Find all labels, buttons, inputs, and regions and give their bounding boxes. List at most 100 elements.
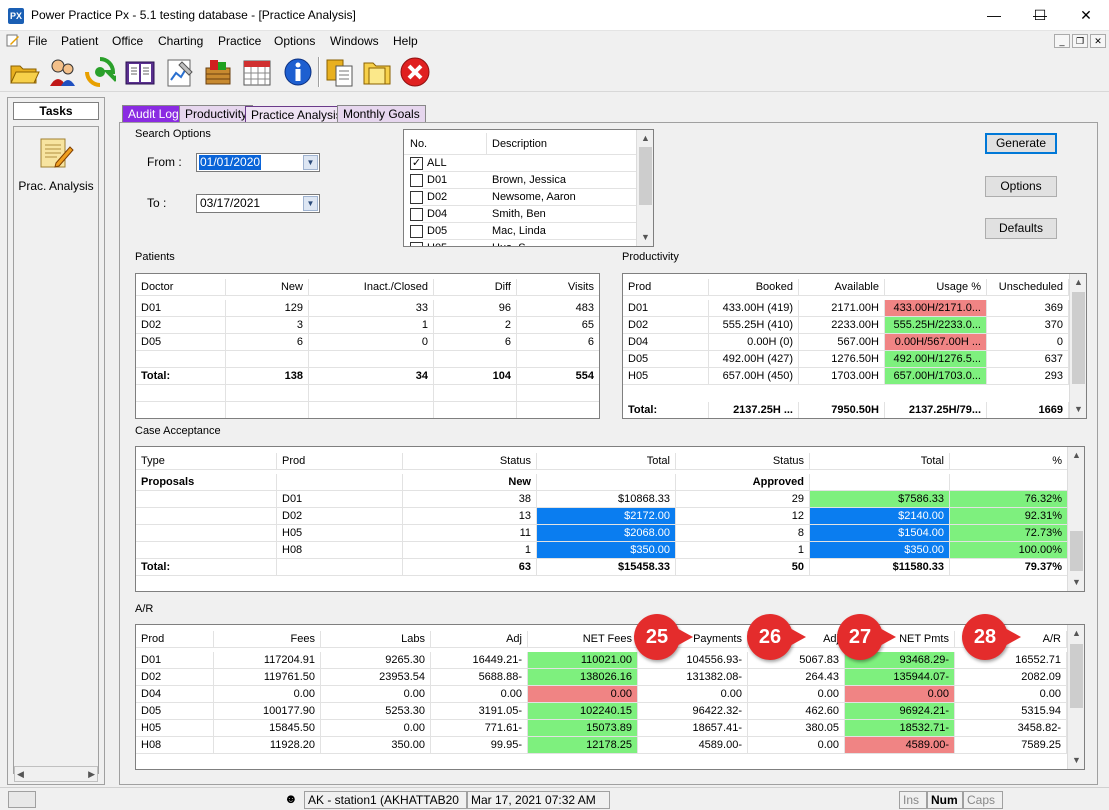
to-date-value[interactable]: 03/17/2021 bbox=[199, 196, 261, 211]
minimize-window-button[interactable]: — bbox=[971, 0, 1017, 31]
exit-icon[interactable] bbox=[399, 56, 431, 88]
scroll-down-arrow-icon[interactable]: ▼ bbox=[1068, 752, 1084, 769]
table-row[interactable]: D02 555.25H (410) 2233.00H 555.25H/2233.0..… bbox=[623, 317, 1086, 334]
tab-monthly-goals[interactable]: Monthly Goals bbox=[337, 105, 426, 123]
mdi-restore-button[interactable]: ❐ bbox=[1072, 34, 1088, 48]
proposals-row[interactable]: Proposals New Approved bbox=[136, 474, 1084, 491]
table-row[interactable]: D01 38 $10868.33 29 $7586.33 76.32% bbox=[136, 491, 1084, 508]
title-bar[interactable]: PX Power Practice Px - 5.1 testing datab… bbox=[0, 0, 1109, 31]
menu-patient[interactable]: Patient bbox=[61, 34, 98, 48]
tab-productivity[interactable]: Productivity bbox=[179, 105, 254, 123]
menu-charting[interactable]: Charting bbox=[158, 34, 203, 48]
tasks-panel: Tasks Prac. Analysis ◀ ▶ bbox=[7, 97, 105, 785]
productivity-total-row[interactable]: Total: 2137.25H ... 7950.50H 2137.25H/79...… bbox=[623, 402, 1086, 418]
close-window-button[interactable]: ✕ bbox=[1063, 0, 1109, 31]
table-row[interactable]: D01 117204.91 9265.30 16449.21- 110021.00 104… bbox=[136, 652, 1084, 669]
patients-icon[interactable] bbox=[46, 56, 78, 88]
practice-analysis-icon[interactable] bbox=[38, 135, 74, 171]
tasks-horizontal-scrollbar[interactable]: ◀ ▶ bbox=[14, 766, 98, 782]
mdi-close-button[interactable]: ✕ bbox=[1090, 34, 1106, 48]
recycle-icon[interactable] bbox=[84, 56, 124, 88]
scroll-up-arrow-icon[interactable]: ▲ bbox=[1068, 625, 1084, 642]
table-row[interactable]: H08 11928.20 350.00 99.95- 12178.25 4589.00- 0… bbox=[136, 737, 1084, 754]
table-row[interactable]: H05 11 $2068.00 8 $1504.00 72.73% bbox=[136, 525, 1084, 542]
chevron-down-icon[interactable]: ▼ bbox=[303, 196, 318, 211]
table-row[interactable]: D02 13 $2172.00 12 $2140.00 92.31% bbox=[136, 508, 1084, 525]
table-scrollbar[interactable]: ▲ ▼ bbox=[1069, 274, 1086, 418]
table-row[interactable]: D05 100177.90 5253.30 3191.05- 102240.15 9642… bbox=[136, 703, 1084, 720]
table-cell: 12 bbox=[676, 508, 810, 525]
calendar-icon[interactable] bbox=[241, 56, 273, 88]
table-cell: 96924.21- bbox=[845, 703, 955, 720]
doctor-list-item[interactable]: D05 Mac, Linda bbox=[404, 223, 653, 240]
doctor-list-item[interactable]: H05Hua, S bbox=[404, 240, 653, 246]
generate-button[interactable]: Generate bbox=[985, 133, 1057, 154]
column-header-no[interactable]: No. bbox=[404, 133, 487, 155]
scroll-up-arrow-icon[interactable]: ▲ bbox=[637, 130, 653, 147]
folders-icon[interactable] bbox=[361, 56, 393, 88]
chart-icon[interactable] bbox=[164, 56, 196, 88]
table-row[interactable]: H05 15845.50 0.00 771.61- 15073.89 18657.41- 3… bbox=[136, 720, 1084, 737]
scroll-down-arrow-icon[interactable]: ▼ bbox=[637, 229, 653, 246]
ar-table[interactable]: Prod Fees Labs Adj NET Fees Payments Adj NET Pm… bbox=[135, 624, 1085, 770]
scroll-right-arrow-icon[interactable]: ▶ bbox=[88, 767, 95, 781]
doctor-list[interactable]: No. Description ✓ ALL D01 Brown, Jessica D02… bbox=[403, 129, 654, 247]
from-date-value[interactable]: 01/01/2020 bbox=[199, 155, 262, 170]
column-header-description[interactable]: Description bbox=[487, 133, 637, 155]
copy-icon[interactable] bbox=[324, 56, 356, 88]
basket-icon[interactable] bbox=[202, 56, 234, 88]
table-row[interactable]: D04 0.00 0.00 0.00 0.00 0.00 0.00 0.00 0.00 bbox=[136, 686, 1084, 703]
scroll-down-arrow-icon[interactable]: ▼ bbox=[1070, 401, 1086, 418]
tasks-header[interactable]: Tasks bbox=[13, 102, 99, 120]
scroll-up-arrow-icon[interactable]: ▲ bbox=[1070, 274, 1086, 291]
table-row[interactable]: D05 6 0 6 6 bbox=[136, 334, 599, 351]
doctor-list-item[interactable]: D04 Smith, Ben bbox=[404, 206, 653, 223]
menu-practice[interactable]: Practice bbox=[218, 34, 261, 48]
table-row[interactable]: D04 0.00H (0) 567.00H 0.00H/567.00H ... 0 bbox=[623, 334, 1086, 351]
info-icon[interactable] bbox=[282, 56, 314, 88]
scroll-thumb[interactable] bbox=[1070, 644, 1083, 708]
case-acceptance-table[interactable]: Type Prod Status Total Status Total% Proposals… bbox=[135, 446, 1085, 592]
doctor-list-item[interactable]: D02 Newsome, Aaron bbox=[404, 189, 653, 206]
menu-windows[interactable]: Windows bbox=[330, 34, 379, 48]
chevron-down-icon[interactable]: ▼ bbox=[303, 155, 318, 170]
scroll-thumb[interactable] bbox=[1070, 531, 1083, 571]
scroll-down-arrow-icon[interactable]: ▼ bbox=[1068, 574, 1084, 591]
table-row[interactable]: D02 3 1 2 65 bbox=[136, 317, 599, 334]
tasks-list: Prac. Analysis ◀ ▶ bbox=[13, 126, 99, 782]
table-row[interactable]: D01 433.00H (419) 2171.00H 433.00H/2171.0..… bbox=[623, 300, 1086, 317]
scroll-thumb[interactable] bbox=[639, 147, 652, 205]
maximize-button[interactable]: ☐ bbox=[1017, 0, 1063, 31]
menu-file[interactable]: File bbox=[28, 34, 47, 48]
menu-office[interactable]: Office bbox=[112, 34, 143, 48]
table-scrollbar[interactable]: ▲ ▼ bbox=[1067, 625, 1084, 769]
defaults-button[interactable]: Defaults bbox=[985, 218, 1057, 239]
table-row[interactable]: D02 119761.50 23953.54 5688.88- 138026.16 131… bbox=[136, 669, 1084, 686]
open-folder-icon[interactable] bbox=[8, 56, 40, 88]
patients-table[interactable]: Doctor New Inact./Closed Diff Visits D01 129 33… bbox=[135, 273, 600, 419]
table-row[interactable] bbox=[136, 351, 599, 368]
table-row[interactable]: H08 1 $350.00 1 $350.00 100.00% bbox=[136, 542, 1084, 559]
to-date-picker[interactable]: 03/17/2021 ▼ bbox=[196, 194, 320, 213]
scroll-thumb[interactable] bbox=[1072, 292, 1085, 384]
menu-options[interactable]: Options bbox=[274, 34, 315, 48]
productivity-table[interactable]: Prod Booked Available Usage % Unscheduled D01… bbox=[622, 273, 1087, 419]
scroll-left-arrow-icon[interactable]: ◀ bbox=[17, 767, 24, 781]
case-total-row[interactable]: Total: 63 $15458.33 50 $11580.33 79.37% bbox=[136, 559, 1084, 576]
from-date-picker[interactable]: 01/01/2020 ▼ bbox=[196, 153, 320, 172]
table-scrollbar[interactable]: ▲ ▼ bbox=[1067, 447, 1084, 591]
tab-audit-log[interactable]: Audit Log bbox=[122, 105, 185, 123]
doctor-list-scrollbar[interactable]: ▲ ▼ bbox=[636, 130, 653, 246]
mdi-minimize-button[interactable]: _ bbox=[1054, 34, 1070, 48]
table-row[interactable]: D01 129 33 96 483 bbox=[136, 300, 599, 317]
doctor-list-item[interactable]: D01 Brown, Jessica bbox=[404, 172, 653, 189]
book-icon[interactable] bbox=[124, 56, 156, 88]
table-row[interactable]: D05 492.00H (427) 1276.50H 492.00H/1276.5..… bbox=[623, 351, 1086, 368]
scroll-up-arrow-icon[interactable]: ▲ bbox=[1068, 447, 1084, 464]
options-button[interactable]: Options bbox=[985, 176, 1057, 197]
table-row[interactable]: H05 657.00H (450) 1703.00H 657.00H/1703.0..… bbox=[623, 368, 1086, 385]
menu-help[interactable]: Help bbox=[393, 34, 418, 48]
patients-total-row[interactable]: Total: 138 34 104 554 bbox=[136, 368, 599, 385]
doctor-list-item[interactable]: ✓ ALL bbox=[404, 155, 653, 172]
practice-analysis-task[interactable]: Prac. Analysis bbox=[14, 179, 98, 193]
